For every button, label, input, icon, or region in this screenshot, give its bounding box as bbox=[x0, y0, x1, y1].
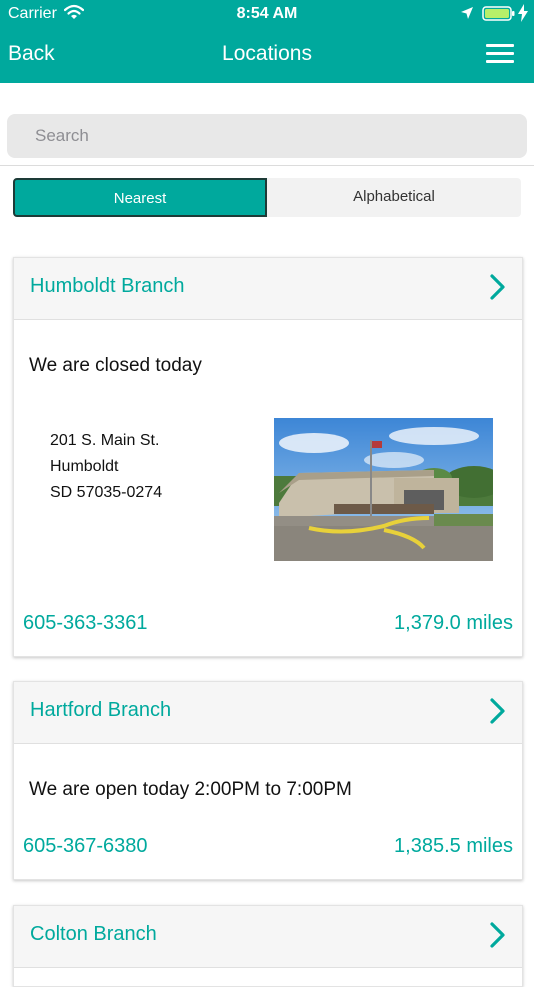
chevron-right-icon[interactable] bbox=[488, 273, 508, 306]
branch-hours-status: We are closed today bbox=[29, 355, 202, 376]
clock: 8:54 AM bbox=[236, 5, 298, 22]
branch-phone-link[interactable]: 605-367-6380 bbox=[23, 835, 148, 858]
branch-card: Humboldt Branch We are closed today 201 … bbox=[13, 257, 523, 657]
branch-card-header[interactable]: Humboldt Branch bbox=[14, 258, 522, 320]
address-state-zip: SD 57035-0274 bbox=[50, 484, 163, 501]
chevron-right-icon[interactable] bbox=[488, 921, 508, 954]
hamburger-menu-icon[interactable] bbox=[486, 44, 514, 64]
charging-bolt-icon bbox=[518, 4, 528, 27]
segment-alphabetical[interactable]: Alphabetical bbox=[267, 178, 521, 217]
search-field bbox=[7, 114, 527, 158]
search-input[interactable] bbox=[7, 114, 527, 158]
branch-distance: 1,379.0 miles bbox=[394, 612, 513, 634]
branch-card: Hartford Branch We are open today 2:00PM… bbox=[13, 681, 523, 880]
address-street: 201 S. Main St. bbox=[50, 432, 160, 449]
location-arrow-icon bbox=[460, 6, 474, 25]
branch-name: Humboldt Branch bbox=[30, 275, 185, 297]
battery-icon bbox=[482, 6, 516, 27]
branch-hours-status: We are open today 2:00PM to 7:00PM bbox=[29, 779, 352, 800]
segment-nearest[interactable]: Nearest bbox=[13, 178, 267, 217]
chevron-right-icon[interactable] bbox=[488, 697, 508, 730]
branch-photo bbox=[274, 418, 504, 561]
branch-distance: 1,385.5 miles bbox=[394, 835, 513, 857]
sort-segmented-control: Nearest Alphabetical bbox=[13, 178, 521, 217]
app-header: Carrier 8:54 AM Back Locations bbox=[0, 0, 534, 83]
status-bar: Carrier 8:54 AM bbox=[0, 0, 534, 28]
branch-name: Hartford Branch bbox=[30, 699, 172, 721]
branch-address: 201 S. Main St. Humboldt SD 57035-0274 bbox=[50, 428, 162, 506]
navigation-bar: Back Locations bbox=[0, 28, 534, 83]
address-city: Humboldt bbox=[50, 458, 119, 475]
branch-card: Colton Branch bbox=[13, 905, 523, 987]
search-bar-container bbox=[0, 83, 534, 166]
page-title: Locations bbox=[222, 42, 312, 65]
branch-phone-link[interactable]: 605-363-3361 bbox=[23, 612, 148, 635]
branch-card-header[interactable]: Colton Branch bbox=[14, 906, 522, 968]
branch-card-header[interactable]: Hartford Branch bbox=[14, 682, 522, 744]
branch-name: Colton Branch bbox=[30, 923, 157, 945]
